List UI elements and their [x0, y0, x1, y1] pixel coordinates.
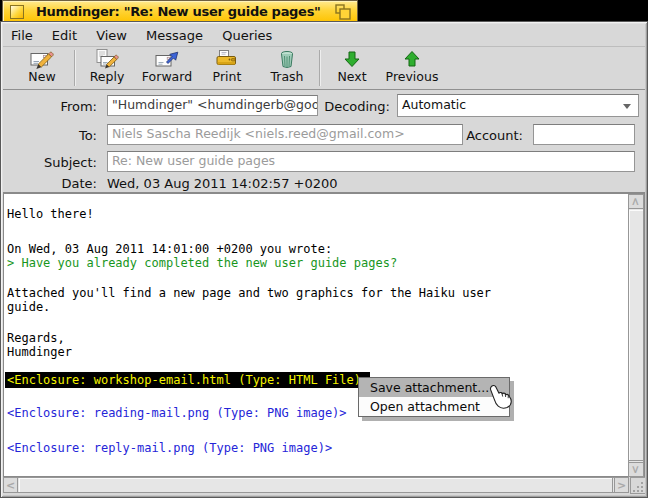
- window-title: Humdinger: "Re: New user guide pages": [36, 4, 321, 19]
- context-menu: Save attachment... Open attachment: [358, 377, 510, 417]
- attachment-link[interactable]: <Enclosure: reading-mail.png (Type: PNG …: [7, 405, 347, 421]
- menu-item-save-attachment[interactable]: Save attachment...: [359, 378, 509, 397]
- body-line: guide.: [7, 300, 50, 315]
- decoding-label: Decoding:: [310, 99, 390, 114]
- body-line: On Wed, 03 Aug 2011 14:01:00 +0200 you w…: [7, 242, 332, 257]
- next-button[interactable]: Next: [322, 49, 382, 84]
- resize-grip[interactable]: [630, 477, 645, 494]
- scroll-down-button[interactable]: >: [629, 462, 643, 476]
- forward-icon: [155, 49, 179, 69]
- close-button[interactable]: [10, 5, 24, 19]
- body-line: Attached you'll find a new page and two …: [7, 286, 491, 301]
- menu-view[interactable]: View: [89, 26, 134, 45]
- hand-cursor: [489, 385, 515, 414]
- title-bar[interactable]: Humdinger: "Re: New user guide pages": [2, 0, 358, 22]
- forward-button[interactable]: Forward: [137, 49, 197, 84]
- subject-field[interactable]: Re: New user guide pages: [107, 151, 635, 172]
- from-label: From:: [20, 99, 97, 114]
- trash-icon: [275, 50, 299, 68]
- subject-label: Subject:: [20, 155, 97, 170]
- body-line: Hello there!: [7, 207, 94, 222]
- toolbar: New Reply Forward: [4, 49, 644, 88]
- reply-button[interactable]: Reply: [77, 49, 137, 84]
- scroll-left-button[interactable]: <: [4, 478, 18, 492]
- menu-item-open-attachment[interactable]: Open attachment: [359, 397, 509, 416]
- menubar-separator: [3, 46, 645, 47]
- zoom-button[interactable]: [335, 4, 351, 20]
- print-button[interactable]: Print: [197, 49, 257, 84]
- menu-message[interactable]: Message: [139, 26, 210, 45]
- horizontal-scroll-thumb[interactable]: [19, 478, 613, 492]
- attachment-link-selected[interactable]: <Enclosure: workshop-email.html (Type: H…: [7, 372, 370, 388]
- body-quote-line: > Have you already completed the new use…: [7, 256, 397, 271]
- mail-window: Humdinger: "Re: New user guide pages" Fi…: [0, 0, 648, 498]
- to-field[interactable]: Niels Sascha Reedijk <niels.reed@gmail.c…: [107, 124, 463, 145]
- menu-edit[interactable]: Edit: [45, 26, 84, 45]
- chevron-down-icon: [623, 104, 631, 109]
- print-icon: [215, 49, 239, 69]
- vertical-scroll-thumb[interactable]: [629, 210, 643, 461]
- date-label: Date:: [20, 176, 97, 191]
- vertical-scrollbar[interactable]: < >: [628, 194, 644, 477]
- toolbar-separator: [319, 50, 320, 86]
- decoding-dropdown[interactable]: Automatic: [397, 94, 639, 117]
- body-line: Regards,: [7, 331, 65, 346]
- previous-button[interactable]: Previous: [382, 49, 442, 84]
- menu-file[interactable]: File: [4, 26, 40, 45]
- from-field[interactable]: "Humdinger" <humdingerb@googl: [107, 95, 318, 116]
- date-value: Wed, 03 Aug 2011 14:02:57 +0200: [107, 176, 338, 191]
- to-label: To:: [20, 128, 97, 143]
- previous-icon: [403, 50, 421, 68]
- menu-queries[interactable]: Queries: [215, 26, 279, 45]
- next-icon: [343, 50, 361, 68]
- trash-button[interactable]: Trash: [257, 49, 317, 84]
- new-mail-icon: [30, 49, 54, 69]
- scroll-up-button[interactable]: <: [629, 195, 643, 209]
- toolbar-separator: [74, 50, 75, 86]
- message-body[interactable]: [3, 192, 645, 477]
- menu-bar: File Edit View Message Queries: [4, 25, 644, 45]
- account-field[interactable]: [533, 124, 635, 145]
- new-button[interactable]: New: [12, 49, 72, 84]
- reply-icon: [95, 49, 119, 69]
- horizontal-scrollbar[interactable]: < >: [3, 477, 629, 493]
- attachment-link[interactable]: <Enclosure: reply-mail.png (Type: PNG im…: [7, 440, 332, 456]
- body-line: Humdinger: [7, 345, 72, 360]
- scroll-right-button[interactable]: >: [614, 478, 628, 492]
- account-label: Account:: [443, 128, 523, 143]
